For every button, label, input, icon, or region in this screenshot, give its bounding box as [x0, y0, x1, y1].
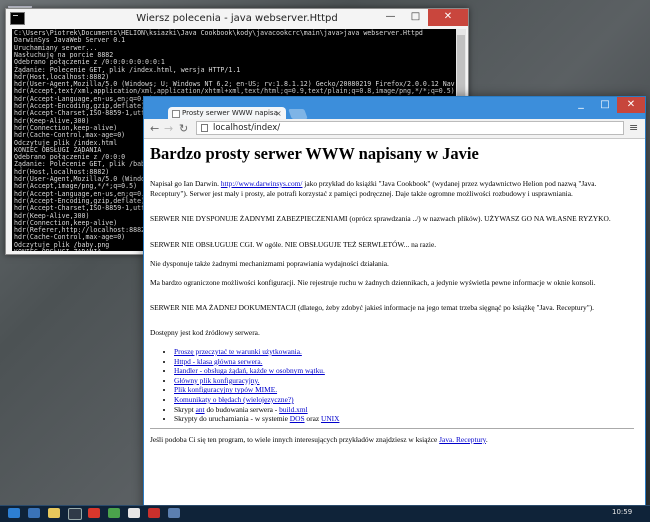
- ie-icon[interactable]: [28, 508, 40, 518]
- list-item: Httpd - klasa główna serwera.: [174, 357, 339, 367]
- page-heading: Bardzo prosty serwer WWW napisany w Javi…: [150, 144, 479, 163]
- build-xml-link[interactable]: build.xml: [279, 405, 308, 414]
- darwinsys-link[interactable]: http://www.darwinsys.com/: [221, 179, 303, 188]
- page-content: Bardzo prosty serwer WWW napisany w Javi…: [144, 139, 643, 513]
- page-favicon-icon: [172, 110, 180, 118]
- start-icon[interactable]: [8, 508, 20, 518]
- console-title-bar[interactable]: Wiersz polecenia - java webserver.Httpd …: [6, 9, 468, 28]
- menu-icon[interactable]: ≡: [629, 121, 638, 134]
- address-bar[interactable]: localhost/index/: [196, 121, 624, 135]
- handler-link[interactable]: Handler - obsługa żądań, każde w osobnym…: [174, 366, 325, 375]
- config-paragraph: Ma bardzo ograniczone możliwości konfigu…: [150, 278, 596, 287]
- explorer-icon[interactable]: [48, 508, 60, 518]
- docs-paragraph: SERWER NIE MA ŻADNEJ DOKUMENTACJI (dlate…: [150, 303, 595, 312]
- browser-tab[interactable]: Prosty serwer WWW napisa: [168, 107, 286, 119]
- footer-text: Jeśli podoba Ci się ten program, to wiel…: [150, 435, 440, 444]
- forward-icon[interactable]: →: [164, 122, 173, 135]
- start-text-2: oraz: [304, 414, 321, 424]
- chrome-icon[interactable]: [128, 508, 140, 518]
- back-icon[interactable]: ←: [150, 122, 159, 135]
- security-paragraph: SERWER NIE DYSPONUJE ŻADNYMI ZABEZPIECZE…: [150, 214, 611, 223]
- address-text: localhost/index/: [213, 123, 281, 133]
- taskbar-clock: 10:59: [612, 508, 633, 516]
- config-file-link[interactable]: Główny plik konfiguracyjny.: [174, 376, 260, 385]
- ant-text-1: Skrypt: [174, 404, 196, 414]
- cgi-paragraph: SERWER NIE OBSŁUGUJE CGI. W ogóle. NIE O…: [150, 240, 634, 250]
- acrobat-icon[interactable]: [148, 508, 160, 518]
- console-taskbar-icon[interactable]: [68, 508, 82, 520]
- list-item: Handler - obsługa żądań, każde w osobnym…: [174, 366, 339, 376]
- footer-paragraph: Jeśli podoba Ci się ten program, to wiel…: [150, 435, 634, 445]
- ant-link[interactable]: ant: [196, 405, 205, 414]
- browser-window[interactable]: Prosty serwer WWW napisa × _ □ ✕ ← → ↻ l…: [143, 96, 646, 514]
- terms-link[interactable]: Proszę przeczytać te warunki użytkowania…: [174, 347, 302, 356]
- browser-close-icon[interactable]: ✕: [617, 97, 645, 113]
- app-icon-green[interactable]: [108, 508, 120, 518]
- dos-link[interactable]: DOS: [290, 414, 305, 423]
- list-item: Skrypty do uruchamiania - w systemie DOS…: [174, 414, 339, 424]
- intro-text-1: Napisał go Ian Darwin.: [150, 179, 221, 188]
- intro-paragraph: Napisał go Ian Darwin. http://www.darwin…: [150, 179, 634, 198]
- cgi-rest: W ogóle. NIE OBSŁUGUJE TEŻ SERWLETÓW... …: [254, 240, 437, 249]
- links-list: Proszę przeczytać te warunki użytkowania…: [164, 347, 339, 424]
- list-item: Plik konfiguracyjny typów MIME.: [174, 385, 339, 395]
- console-scrollbar-thumb[interactable]: [457, 35, 465, 105]
- error-messages-link[interactable]: Komunikaty o błędach (wielojęzyczne?): [174, 395, 294, 404]
- footer-divider: [150, 428, 634, 429]
- minimize-icon[interactable]: —: [378, 9, 403, 26]
- close-icon[interactable]: ✕: [428, 9, 468, 26]
- list-item: Główny plik konfiguracyjny.: [174, 376, 339, 386]
- java-receptury-link[interactable]: Java. Receptury: [439, 435, 486, 444]
- cgi-strong: SERWER NIE OBSŁUGUJE CGI.: [150, 240, 255, 249]
- mime-config-link[interactable]: Plik konfiguracyjny typów MIME.: [174, 385, 277, 394]
- maximize-icon[interactable]: □: [403, 9, 428, 26]
- browser-minimize-icon[interactable]: _: [569, 97, 593, 113]
- start-text-1: Skrypty do uruchamiania - w systemie: [174, 414, 290, 424]
- console-line: KONIEC OBSŁUGI ŻĄDANIA: [14, 248, 101, 251]
- app-icon-red[interactable]: [88, 508, 100, 518]
- browser-maximize-icon[interactable]: □: [593, 97, 617, 113]
- performance-paragraph: Nie dysponuje także żadnymi mechanizmami…: [150, 259, 389, 268]
- tab-title: Prosty serwer WWW napisa: [182, 109, 278, 117]
- unix-link[interactable]: UNIX: [321, 414, 339, 423]
- app-icon-blue[interactable]: [168, 508, 180, 518]
- new-tab-button[interactable]: [288, 109, 308, 119]
- list-item: Komunikaty o błędach (wielojęzyczne?): [174, 395, 339, 405]
- httpd-link[interactable]: Httpd - klasa główna serwera.: [174, 357, 262, 366]
- tab-close-icon[interactable]: ×: [275, 109, 282, 118]
- source-paragraph: Dostępny jest kod źródłowy serwera.: [150, 328, 260, 337]
- reload-icon[interactable]: ↻: [179, 122, 188, 135]
- list-item: Skrypt ant do budowania serwera - build.…: [174, 405, 339, 415]
- footer-period: .: [485, 435, 488, 444]
- ant-text-2: do budowania serwera -: [204, 404, 280, 414]
- list-item: Proszę przeczytać te warunki użytkowania…: [174, 347, 339, 357]
- page-icon: [201, 124, 208, 132]
